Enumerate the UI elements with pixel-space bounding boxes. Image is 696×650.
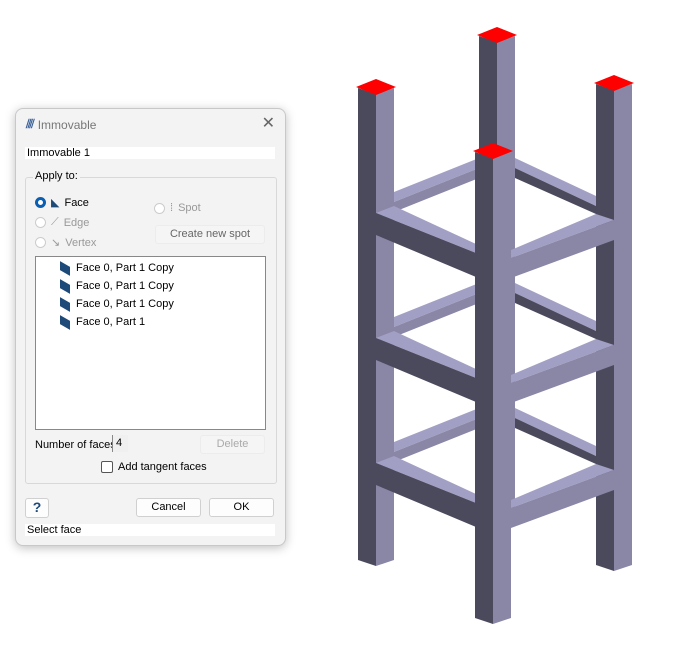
right-post-left-face[interactable] — [596, 84, 614, 571]
left-post-right-face[interactable] — [376, 88, 394, 566]
front-post-left-face[interactable] — [475, 152, 493, 624]
front-post-right-face[interactable] — [493, 152, 511, 624]
frame-model — [356, 27, 634, 624]
left-post-left-face[interactable] — [358, 88, 376, 566]
3d-viewport[interactable] — [0, 0, 696, 650]
right-post-right-face[interactable] — [614, 84, 632, 571]
